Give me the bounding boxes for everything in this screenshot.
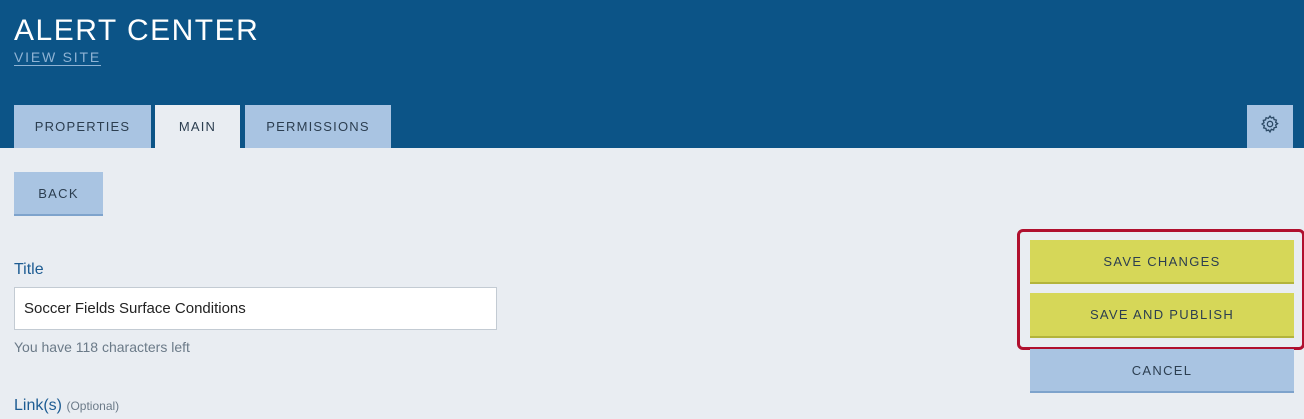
save-and-publish-button[interactable]: SAVE AND PUBLISH [1030,293,1294,338]
links-label: Link(s) (Optional) [14,397,119,415]
save-changes-button[interactable]: SAVE CHANGES [1030,240,1294,284]
links-label-text: Link(s) [14,397,63,414]
title-input[interactable] [14,287,497,330]
cancel-button[interactable]: CANCEL [1030,349,1294,393]
optional-hint: (Optional) [66,399,120,413]
title-label: Title [14,261,44,278]
app-title: ALERT CENTER [14,14,260,47]
tab-properties[interactable]: PROPERTIES [14,105,151,148]
char-count-text: You have 118 characters left [14,339,190,355]
settings-button[interactable] [1247,105,1293,148]
app-header: ALERT CENTER VIEW SITE PROPERTIES MAIN P… [0,0,1304,148]
back-button[interactable]: BACK [14,172,103,216]
tab-permissions[interactable]: PERMISSIONS [245,105,391,148]
gear-icon [1260,114,1280,139]
view-site-link[interactable]: VIEW SITE [14,49,101,65]
tab-main[interactable]: MAIN [155,105,240,148]
